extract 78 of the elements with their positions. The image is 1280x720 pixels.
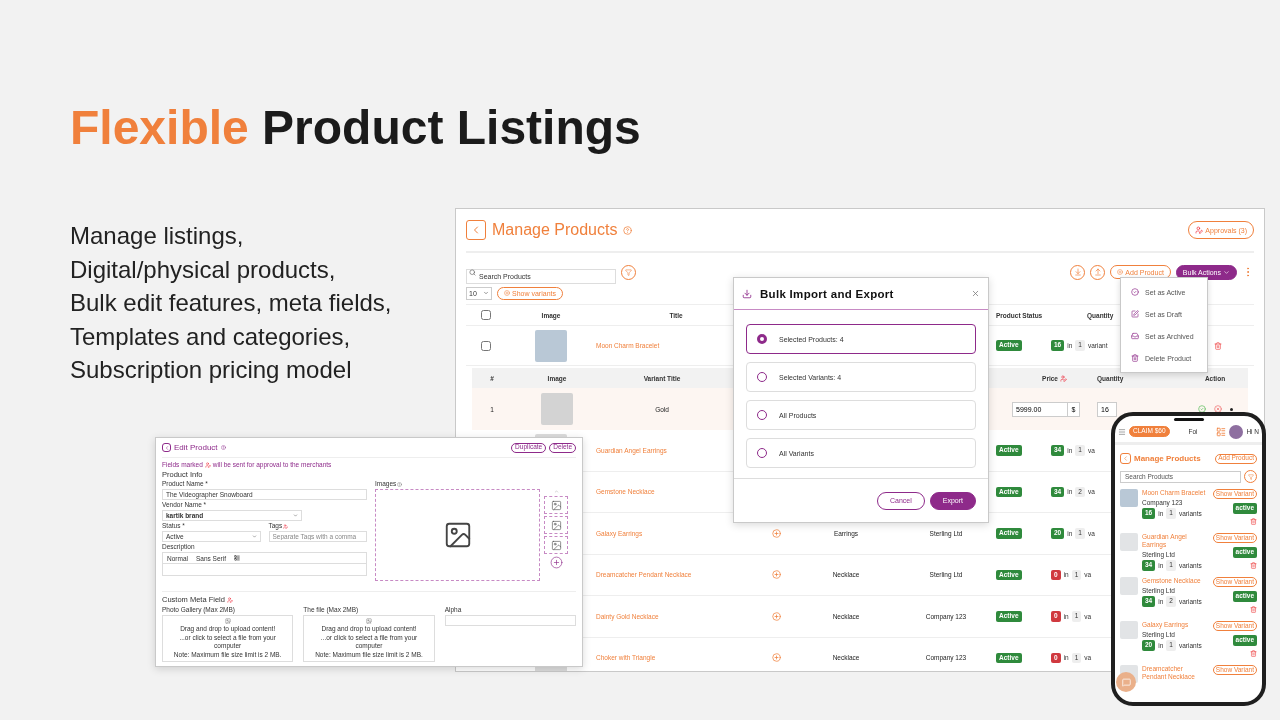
caret-icon: [483, 290, 489, 296]
dialog-title: Bulk Import and Export: [760, 287, 894, 300]
download-button[interactable]: [1070, 264, 1086, 280]
page-title: Manage Products: [492, 221, 618, 239]
download-icon: [742, 288, 752, 299]
trash-icon[interactable]: [1250, 517, 1257, 525]
chat-icon: [1121, 677, 1131, 687]
upload-icon: [366, 618, 372, 624]
user-icon: [283, 523, 289, 529]
user-icon: [226, 596, 233, 603]
plus-icon[interactable]: [771, 570, 781, 580]
text-field[interactable]: [444, 615, 576, 626]
caret-icon: [251, 534, 257, 539]
search-icon: [469, 268, 476, 276]
headline: Flexible Product Listings: [70, 100, 641, 155]
photo-placeholder: [535, 329, 567, 362]
filter-icon: [625, 268, 632, 276]
page-title: Edit Product: [174, 443, 218, 452]
help-icon[interactable]: [623, 225, 633, 235]
user-icon: [1195, 226, 1204, 234]
close-icon[interactable]: [971, 289, 980, 298]
plus-icon[interactable]: [771, 528, 781, 538]
caret-icon: [1223, 268, 1230, 276]
select-all-checkbox[interactable]: [481, 310, 491, 320]
filter-button[interactable]: [621, 264, 636, 280]
image-thumbnail[interactable]: [544, 516, 568, 534]
chevron-left-icon: [1122, 455, 1129, 462]
back-button[interactable]: [162, 443, 171, 452]
add-image-icon[interactable]: [549, 556, 563, 569]
caret-icon: [293, 513, 298, 518]
image-thumbnail[interactable]: [544, 536, 568, 554]
check-circle-icon[interactable]: [1197, 405, 1206, 413]
feature-text: Digital/physical products,: [70, 254, 337, 285]
image-dropzone[interactable]: [375, 489, 540, 581]
user-icon: [204, 461, 211, 468]
photo-placeholder: [1120, 621, 1138, 639]
upload-button[interactable]: [1090, 264, 1106, 280]
feature-text: Templates and categories,: [70, 321, 352, 352]
photo-placeholder: [1120, 577, 1138, 595]
help-icon[interactable]: [220, 445, 226, 450]
plus-icon: [1117, 269, 1124, 275]
check-circle-icon: [1131, 288, 1139, 296]
plus-icon: [504, 290, 510, 296]
download-icon: [1073, 268, 1082, 276]
edit-icon: [1131, 310, 1139, 318]
trash-icon[interactable]: [1250, 605, 1257, 613]
plus-icon[interactable]: [771, 611, 781, 621]
trash-icon[interactable]: [1250, 561, 1257, 569]
user-icon: [1059, 374, 1067, 382]
chevron-left-icon: [163, 444, 170, 451]
filter-button[interactable]: [1244, 470, 1257, 483]
trash-icon[interactable]: [1250, 649, 1257, 657]
photo-placeholder: [1120, 533, 1138, 551]
trash-icon: [1131, 354, 1139, 362]
list-icon[interactable]: [1216, 426, 1227, 437]
image-icon: [550, 539, 562, 551]
inbox-icon: [1131, 332, 1139, 340]
feature-text: Bulk edit features, meta fields,: [70, 288, 392, 318]
image-thumbnail[interactable]: [544, 496, 568, 514]
plus-icon[interactable]: [771, 653, 781, 663]
row-checkbox[interactable]: [481, 340, 491, 351]
cancel-circle-icon[interactable]: [1213, 405, 1222, 413]
trash-icon[interactable]: [1213, 341, 1222, 350]
formatting-toolbar-icon[interactable]: [233, 555, 240, 561]
photo-placeholder: [541, 393, 573, 425]
feature-text: Manage listings,: [70, 221, 245, 251]
avatar[interactable]: [1229, 424, 1244, 439]
upload-icon: [1093, 268, 1102, 276]
image-icon: [550, 499, 562, 511]
page-title: Manage Products: [1134, 454, 1201, 463]
feature-text: Subscription pricing model: [70, 355, 353, 385]
dot-icon: [1229, 407, 1233, 411]
photo-placeholder: [1120, 489, 1138, 507]
image-icon: [550, 519, 562, 531]
upload-icon: [224, 618, 231, 624]
menu-icon[interactable]: [1118, 427, 1126, 436]
filter-icon: [1247, 473, 1254, 480]
help-icon: [397, 481, 403, 487]
